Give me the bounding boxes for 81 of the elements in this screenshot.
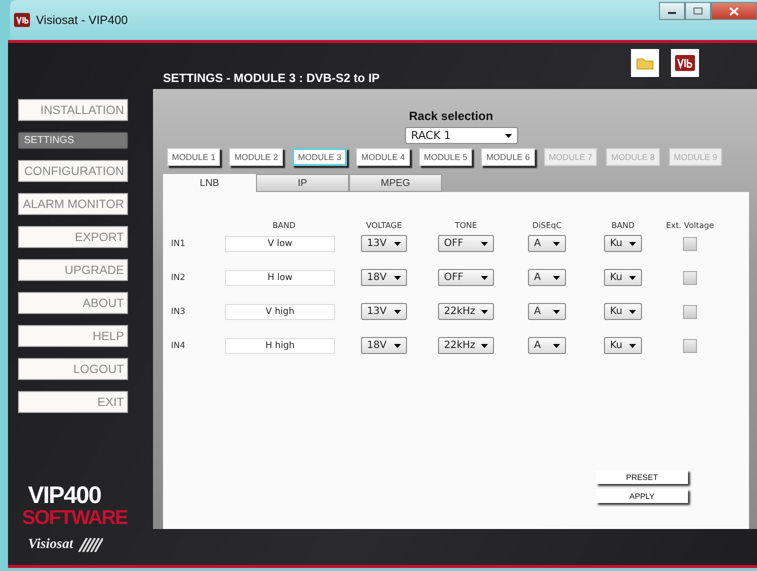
tone-dropdown[interactable]: OFF — [438, 235, 494, 252]
close-icon — [729, 6, 739, 16]
minimize-button[interactable] — [659, 2, 685, 20]
dropdown-arrow-icon — [394, 276, 401, 280]
dropdown-arrow-icon — [553, 276, 560, 280]
dropdown-arrow-icon — [481, 242, 488, 246]
dropdown-arrow-icon — [481, 344, 488, 348]
diseqc-dropdown[interactable]: A — [528, 337, 566, 354]
voltage-dropdown[interactable]: 18V — [361, 269, 407, 286]
brand-name: Visiosat — [28, 537, 74, 553]
diseqc-dropdown[interactable]: A — [528, 269, 566, 286]
input-label: IN1 — [170, 238, 186, 248]
logo-subtitle: SOFTWARE — [22, 507, 128, 529]
dropdown-arrow-icon — [553, 310, 560, 314]
rack-label: Rack selection — [409, 109, 494, 123]
band-field[interactable]: V low — [225, 236, 335, 252]
input-label: IN3 — [170, 306, 186, 316]
vip-button[interactable] — [671, 49, 699, 77]
dropdown-arrow-icon — [505, 134, 512, 138]
dropdown-arrow-icon — [629, 310, 636, 314]
close-button[interactable] — [711, 2, 757, 20]
maximize-button[interactable] — [685, 2, 711, 20]
dropdown-arrow-icon — [394, 242, 401, 246]
dropdown-arrow-icon — [481, 276, 488, 280]
input-label: IN4 — [170, 340, 186, 350]
band-dropdown[interactable]: Ku — [604, 303, 642, 320]
folder-icon — [636, 56, 654, 70]
band-dropdown[interactable]: Ku — [604, 269, 642, 286]
tone-dropdown[interactable]: 22kHz — [438, 303, 494, 320]
maximize-icon — [693, 7, 703, 15]
column-header: Ext. Voltage — [664, 220, 716, 230]
dropdown-arrow-icon — [394, 310, 401, 314]
app-icon — [14, 13, 30, 27]
ext-voltage-checkbox[interactable] — [683, 236, 697, 250]
ext-voltage-checkbox[interactable] — [683, 338, 697, 352]
module-button[interactable]: MODULE 2 — [229, 148, 283, 166]
page-title: SETTINGS - MODULE 3 : DVB-S2 to IP — [163, 71, 380, 85]
action-button[interactable]: APPLY — [596, 489, 688, 503]
column-header: DiSEqC — [531, 220, 563, 230]
module-button[interactable]: MODULE 4 — [356, 148, 410, 166]
tab[interactable]: MPEG — [349, 174, 442, 192]
input-label: IN2 — [170, 272, 186, 282]
band-dropdown[interactable]: Ku — [604, 235, 642, 252]
ext-voltage-checkbox[interactable] — [683, 270, 697, 284]
band-field[interactable]: H low — [225, 270, 335, 286]
column-header: BAND — [271, 220, 297, 230]
dropdown-arrow-icon — [553, 242, 560, 246]
dropdown-arrow-icon — [553, 344, 560, 348]
band-field[interactable]: H high — [225, 338, 335, 354]
dropdown-arrow-icon — [629, 276, 636, 280]
dropdown-arrow-icon — [629, 344, 636, 348]
band-field[interactable]: V high — [225, 304, 335, 320]
diseqc-dropdown[interactable]: A — [528, 235, 566, 252]
vip-logo-icon — [675, 55, 695, 71]
dropdown-arrow-icon — [481, 310, 488, 314]
tone-dropdown[interactable]: OFF — [438, 269, 494, 286]
tone-dropdown[interactable]: 22kHz — [438, 337, 494, 354]
action-button[interactable]: PRESET — [596, 470, 688, 484]
window-title: Visiosat - VIP400 — [36, 13, 128, 27]
ext-voltage-checkbox[interactable] — [683, 304, 697, 318]
voltage-dropdown[interactable]: 13V — [361, 303, 407, 320]
dropdown-arrow-icon — [394, 344, 401, 348]
tab[interactable]: LNB — [163, 174, 256, 192]
column-header: TONE — [454, 220, 478, 230]
rack-dropdown[interactable]: RACK 1 — [405, 127, 518, 144]
column-header: BAND — [610, 220, 636, 230]
voltage-dropdown[interactable]: 13V — [361, 235, 407, 252]
band-dropdown[interactable]: Ku — [604, 337, 642, 354]
module-button[interactable]: MODULE 6 — [481, 148, 535, 166]
tab[interactable]: IP — [256, 174, 349, 192]
diseqc-dropdown[interactable]: A — [528, 303, 566, 320]
sidebar-item[interactable]: SETTINGS — [18, 132, 128, 149]
logo-title: VIP400 — [28, 485, 102, 507]
module-button[interactable]: MODULE 3 — [292, 148, 348, 166]
module-button[interactable]: MODULE 1 — [167, 148, 220, 166]
open-folder-button[interactable] — [631, 49, 659, 77]
module-button[interactable]: MODULE 5 — [418, 148, 472, 166]
stripes-icon — [77, 538, 104, 552]
column-header: VOLTAGE — [365, 220, 403, 230]
dropdown-arrow-icon — [629, 242, 636, 246]
voltage-dropdown[interactable]: 18V — [361, 337, 407, 354]
